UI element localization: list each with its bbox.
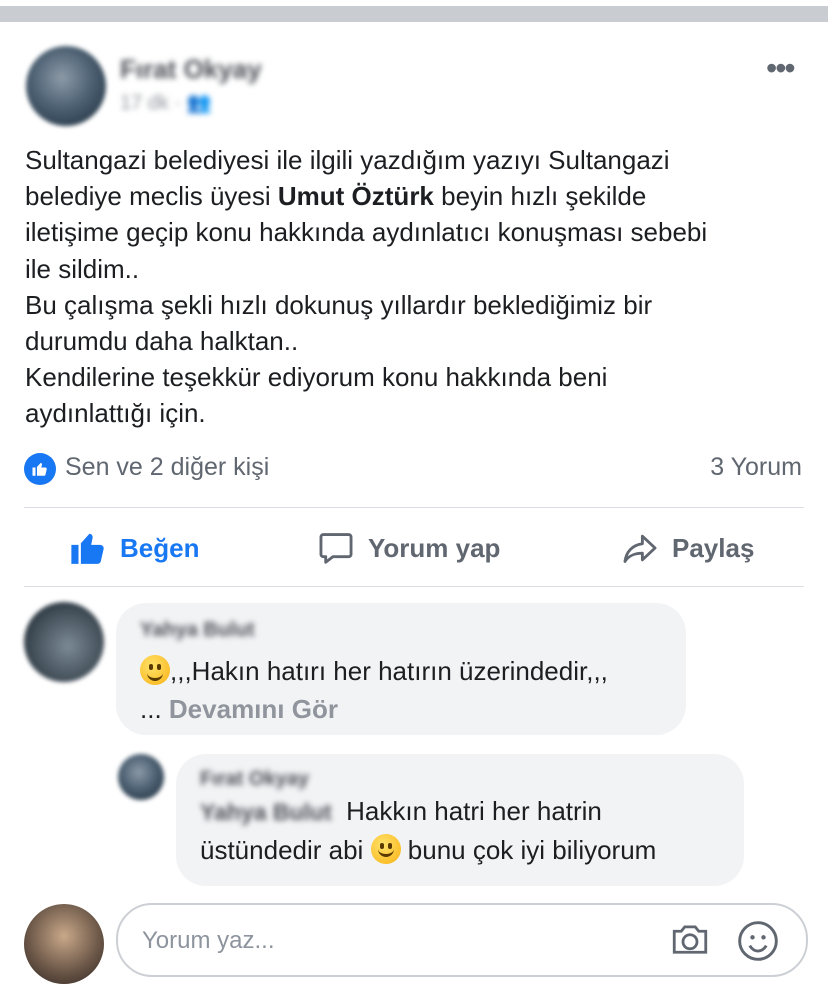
more-options-icon[interactable]: ••• <box>766 52 796 84</box>
share-button[interactable]: Paylaş <box>620 525 754 571</box>
post-meta: 17 dk · 👥 <box>120 90 212 115</box>
comment-placeholder: Yorum yaz... <box>142 927 275 954</box>
post-line: ile sildim.. <box>25 253 140 284</box>
post-line: iletişime geçip konu hakkında aydınlatıc… <box>25 217 708 248</box>
post-line: aydınlattığı için. <box>25 398 206 429</box>
top-separator <box>0 0 828 22</box>
reply-mention[interactable]: Yahya Bulut <box>200 799 332 825</box>
reply-text: Yahya Bulut Hakkın hatri her hatrin üstü… <box>200 796 657 865</box>
post-line: Sultangazi belediyesi ile ilgili yazdığı… <box>25 145 670 175</box>
share-label: Paylaş <box>672 532 755 563</box>
reactions-summary[interactable]: Sen ve 2 diğer kişi <box>65 453 269 482</box>
divider <box>24 586 804 587</box>
post-line: Bu çalışma şekli hızlı dokunuş yıllardır… <box>25 289 653 320</box>
comment-input[interactable]: Yorum yaz... <box>116 903 808 977</box>
reply-author[interactable]: Fırat Okyay <box>200 768 309 791</box>
reply-author-avatar[interactable] <box>118 754 164 800</box>
comment-button[interactable]: Yorum yap <box>316 525 500 571</box>
comment-text: ,,,Hakın hatırı her hatırın üzerindedir,… <box>140 655 608 724</box>
comment-bubble-icon <box>316 528 356 568</box>
post-line: Kendilerine teşekkür ediyorum konu hakkı… <box>25 362 608 393</box>
friends-audience-icon: 👥 <box>186 92 212 114</box>
like-label: Beğen <box>120 532 200 563</box>
see-more-link[interactable]: Devamını Gör <box>169 694 338 724</box>
slight-smile-emoji-icon <box>370 834 401 864</box>
post-author-name[interactable]: Fırat Okyay <box>120 54 262 85</box>
post-timestamp: 17 dk · <box>120 92 187 114</box>
thumbs-up-icon <box>68 528 108 568</box>
post-line: belediye meclis üyesi Umut Öztürk beyin … <box>25 181 647 212</box>
camera-icon[interactable] <box>666 919 714 966</box>
commenter-avatar[interactable] <box>24 602 104 682</box>
comment-count[interactable]: 3 Yorum <box>710 453 802 482</box>
like-reaction-icon[interactable] <box>24 453 56 485</box>
like-button[interactable]: Beğen <box>68 525 199 571</box>
current-user-avatar <box>24 904 104 984</box>
comment-label: Yorum yap <box>368 532 501 563</box>
grinning-emoji-icon <box>140 655 170 685</box>
share-arrow-icon <box>620 528 660 568</box>
post-line: durumdu daha halktan.. <box>25 326 299 357</box>
post-text: Sultangazi belediyesi ile ilgili yazdığı… <box>25 142 805 432</box>
author-avatar[interactable] <box>26 46 106 126</box>
mention-umut-ozturk[interactable]: Umut Öztürk <box>278 181 434 211</box>
emoji-picker-icon[interactable] <box>736 919 780 968</box>
comment-author[interactable]: Yahya Bulut <box>140 619 254 642</box>
divider <box>24 507 804 508</box>
